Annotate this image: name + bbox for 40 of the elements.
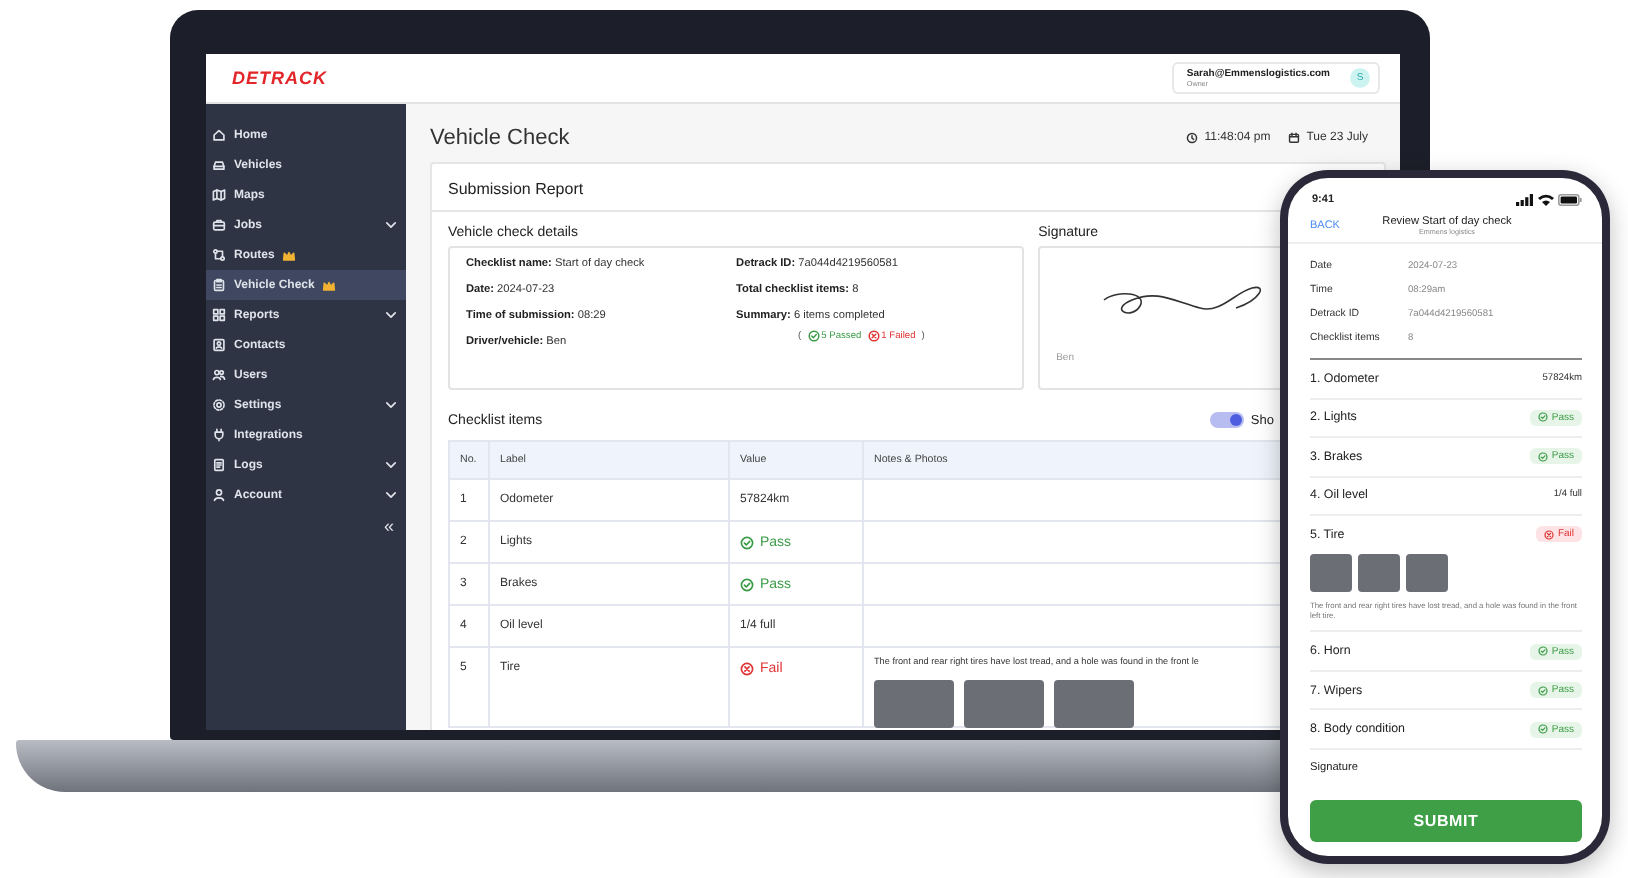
clock-icon bbox=[1186, 131, 1199, 143]
calendar-icon bbox=[1288, 131, 1301, 143]
person-icon bbox=[212, 488, 226, 502]
x-circle-icon bbox=[867, 330, 880, 343]
check-circle-icon bbox=[1537, 451, 1548, 462]
check-circle-icon bbox=[1537, 646, 1548, 657]
grid-icon bbox=[212, 308, 226, 322]
check-circle-icon bbox=[1537, 412, 1548, 423]
home-icon bbox=[212, 128, 226, 142]
chevron-down-icon bbox=[384, 218, 398, 232]
check-circle-icon bbox=[807, 330, 820, 343]
crown-icon bbox=[282, 249, 297, 261]
map-icon bbox=[212, 188, 226, 202]
users-icon bbox=[212, 368, 226, 382]
settings-icon bbox=[212, 398, 226, 412]
briefcase-icon bbox=[212, 218, 226, 232]
chevron-down-icon bbox=[384, 458, 398, 472]
check-circle-icon bbox=[1537, 685, 1548, 696]
chevron-down-icon bbox=[384, 488, 398, 502]
chevron-down-icon bbox=[384, 398, 398, 412]
route-icon bbox=[212, 248, 226, 262]
battery-icon bbox=[1558, 193, 1582, 205]
x-circle-icon bbox=[740, 662, 754, 676]
plug-icon bbox=[212, 428, 226, 442]
crown-icon bbox=[322, 279, 337, 291]
document-icon bbox=[212, 458, 226, 472]
check-circle-icon bbox=[740, 535, 754, 549]
chevron-down-icon bbox=[384, 308, 398, 322]
x-circle-icon bbox=[1543, 529, 1554, 540]
check-circle-icon bbox=[740, 577, 754, 591]
toggle-switch[interactable] bbox=[1210, 412, 1245, 428]
detrack-logo[interactable]: DETRACK bbox=[232, 68, 327, 88]
collapse-sidebar-button[interactable]: « bbox=[383, 518, 394, 536]
page-title: Vehicle Check bbox=[430, 125, 570, 149]
signal-icon bbox=[1516, 193, 1534, 205]
wifi-icon bbox=[1538, 193, 1554, 205]
car-icon bbox=[212, 158, 226, 172]
contact-card-icon bbox=[212, 338, 226, 352]
clipboard-icon bbox=[212, 278, 226, 292]
check-circle-icon bbox=[1537, 724, 1548, 735]
